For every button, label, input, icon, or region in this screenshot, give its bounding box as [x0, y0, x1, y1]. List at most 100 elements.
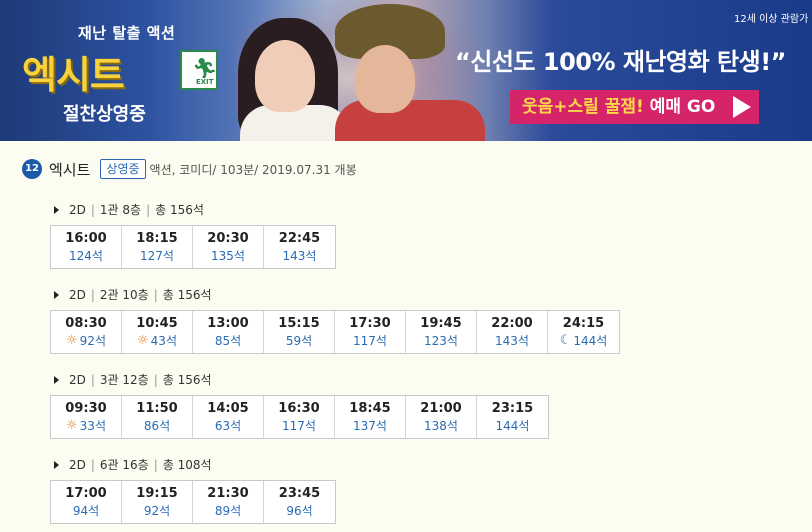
screen-format: 2D [69, 373, 86, 387]
status-badge: 상영중 [100, 159, 146, 179]
showtime-slot[interactable]: 19:45 123석 [406, 311, 477, 353]
hall-info: 2D | 3관 12층 | 총 156석 [50, 372, 549, 388]
remaining-seats-count: 92석 [143, 504, 171, 518]
remaining-seats-count: 86석 [143, 419, 171, 433]
divider: | [146, 203, 151, 217]
showtime-slot[interactable]: 14:05 63석 [193, 396, 264, 438]
showtime-list: 08:30 ☼ 92석 10:45 ☼ 43석 13:00 85석 15:15 59석 17:30 1… [50, 310, 620, 354]
remaining-seats: 63석 [193, 419, 263, 433]
showtime-list: 09:30 ☼ 33석 11:50 86석 14:05 63석 16:30 117석 18:45 1… [50, 395, 549, 439]
promo-banner[interactable]: 재난 탈출 액션 엑시트 🏃︎ EXIT 절찬상영중 12세 이상 관람가 “신… [0, 0, 812, 141]
moon-icon: ☾ [559, 333, 572, 348]
remaining-seats: ☼ 92석 [51, 334, 121, 349]
divider: | [90, 373, 95, 387]
remaining-seats: 59석 [264, 334, 334, 348]
showtime-slot[interactable]: 16:30 117석 [264, 396, 335, 438]
showtime-slot[interactable]: 18:15 127석 [122, 226, 193, 268]
movie-meta: 액션, 코미디/ 103분/ 2019.07.31 개봉 [149, 162, 357, 177]
remaining-seats-count: 96석 [286, 504, 313, 518]
showtime-slot[interactable]: 21:00 138석 [406, 396, 477, 438]
remaining-seats-count: 143석 [495, 334, 529, 348]
showtime-slot[interactable]: 22:45 143석 [264, 226, 335, 268]
divider: | [153, 288, 158, 302]
remaining-seats-count: 124석 [69, 249, 103, 263]
showtime-time: 11:50 [136, 401, 178, 416]
remaining-seats-count: 117석 [282, 419, 316, 433]
movie-title[interactable]: 엑시트 [49, 159, 90, 180]
showtime-time: 17:00 [65, 486, 107, 501]
divider: | [90, 203, 95, 217]
hall-name: 6관 16층 [99, 458, 149, 472]
divider: | [153, 373, 158, 387]
remaining-seats-count: 135석 [211, 249, 245, 263]
remaining-seats-count: 117석 [353, 334, 387, 348]
showtime-time: 17:30 [349, 316, 391, 331]
running-man-icon: 🏃︎ [192, 56, 218, 80]
showtime-slot[interactable]: 24:15 ☾ 144석 [548, 311, 619, 353]
age-rating-badge: 12 [22, 159, 42, 179]
remaining-seats-count: 89석 [214, 504, 242, 518]
remaining-seats-count: 123석 [424, 334, 458, 348]
hall-name: 3관 12층 [99, 373, 149, 387]
showtime-slot[interactable]: 08:30 ☼ 92석 [51, 311, 122, 353]
remaining-seats: 89석 [193, 504, 263, 518]
movie-header: 12 엑시트 상영중 액션, 코미디/ 103분/ 2019.07.31 개봉 [22, 157, 357, 181]
showtime-slot[interactable]: 22:00 143석 [477, 311, 548, 353]
showtime-time: 19:45 [420, 316, 462, 331]
showtime-slot[interactable]: 17:30 117석 [335, 311, 406, 353]
showtime-time: 16:30 [278, 401, 320, 416]
remaining-seats-count: 63석 [214, 419, 242, 433]
exit-sign-text: EXIT [196, 78, 214, 86]
showtime-time: 22:00 [491, 316, 533, 331]
exit-sign-icon: 🏃︎ EXIT [180, 50, 218, 90]
remaining-seats: 96석 [264, 504, 335, 518]
remaining-seats: 94석 [51, 504, 121, 518]
showtime-time: 20:30 [207, 231, 249, 246]
showtime-list: 16:00 124석 18:15 127석 20:30 135석 22:45 143석 [50, 225, 336, 269]
showtime-slot[interactable]: 15:15 59석 [264, 311, 335, 353]
showtime-slot[interactable]: 17:00 94석 [51, 481, 122, 523]
remaining-seats-count: 33석 [79, 419, 106, 433]
screen-format: 2D [69, 288, 86, 302]
screen-group-4: 2D | 6관 16층 | 총 108석 17:00 94석 19:15 92석 21:30 89석… [50, 457, 336, 524]
showtime-time: 18:45 [349, 401, 391, 416]
showtime-slot[interactable]: 13:00 85석 [193, 311, 264, 353]
hall-total-seats: 총 156석 [162, 373, 212, 387]
hall-info: 2D | 1관 8층 | 총 156석 [50, 202, 336, 218]
showtime-slot[interactable]: 16:00 124석 [51, 226, 122, 268]
showtime-slot[interactable]: 20:30 135석 [193, 226, 264, 268]
showtime-time: 23:45 [278, 486, 321, 501]
showtime-slot[interactable]: 23:15 144석 [477, 396, 548, 438]
hall-info: 2D | 2관 10층 | 총 156석 [50, 287, 620, 303]
showtime-slot[interactable]: 11:50 86석 [122, 396, 193, 438]
showtime-slot[interactable]: 23:45 96석 [264, 481, 335, 523]
screen-group-2: 2D | 2관 10층 | 총 156석 08:30 ☼ 92석 10:45 ☼ 43석 13:00 8… [50, 287, 620, 354]
remaining-seats: ☼ 33석 [51, 419, 121, 434]
remaining-seats-count: 43석 [150, 334, 177, 348]
booking-cta-button[interactable]: 웃음+스릴 꿀잼! 예매 GO [510, 90, 760, 124]
screen-group-3: 2D | 3관 12층 | 총 156석 09:30 ☼ 33석 11:50 86석 14:05 63… [50, 372, 549, 439]
hall-info: 2D | 6관 16층 | 총 108석 [50, 457, 336, 473]
showtime-time: 22:45 [278, 231, 321, 246]
showtime-time: 14:05 [207, 401, 249, 416]
actor-face [355, 45, 415, 113]
showtime-time: 09:30 [65, 401, 107, 416]
remaining-seats: ☼ 43석 [122, 334, 192, 349]
age-rating-note: 12세 이상 관람가 [734, 14, 809, 25]
remaining-seats: 144석 [477, 419, 548, 433]
now-showing-text: 절찬상영중 [63, 104, 146, 125]
remaining-seats-count: 144석 [495, 419, 530, 433]
actor-body [335, 100, 485, 141]
showtime-slot[interactable]: 09:30 ☼ 33석 [51, 396, 122, 438]
showtime-slot[interactable]: 19:15 92석 [122, 481, 193, 523]
arrow-right-icon [733, 96, 752, 118]
showtime-slot[interactable]: 10:45 ☼ 43석 [122, 311, 193, 353]
screen-format: 2D [69, 203, 86, 217]
showtime-slot[interactable]: 21:30 89석 [193, 481, 264, 523]
caret-right-icon [54, 376, 59, 384]
showtime-time: 13:00 [207, 316, 249, 331]
remaining-seats: 123석 [406, 334, 476, 348]
remaining-seats: 124석 [51, 249, 121, 263]
caret-right-icon [54, 206, 59, 214]
showtime-slot[interactable]: 18:45 137석 [335, 396, 406, 438]
